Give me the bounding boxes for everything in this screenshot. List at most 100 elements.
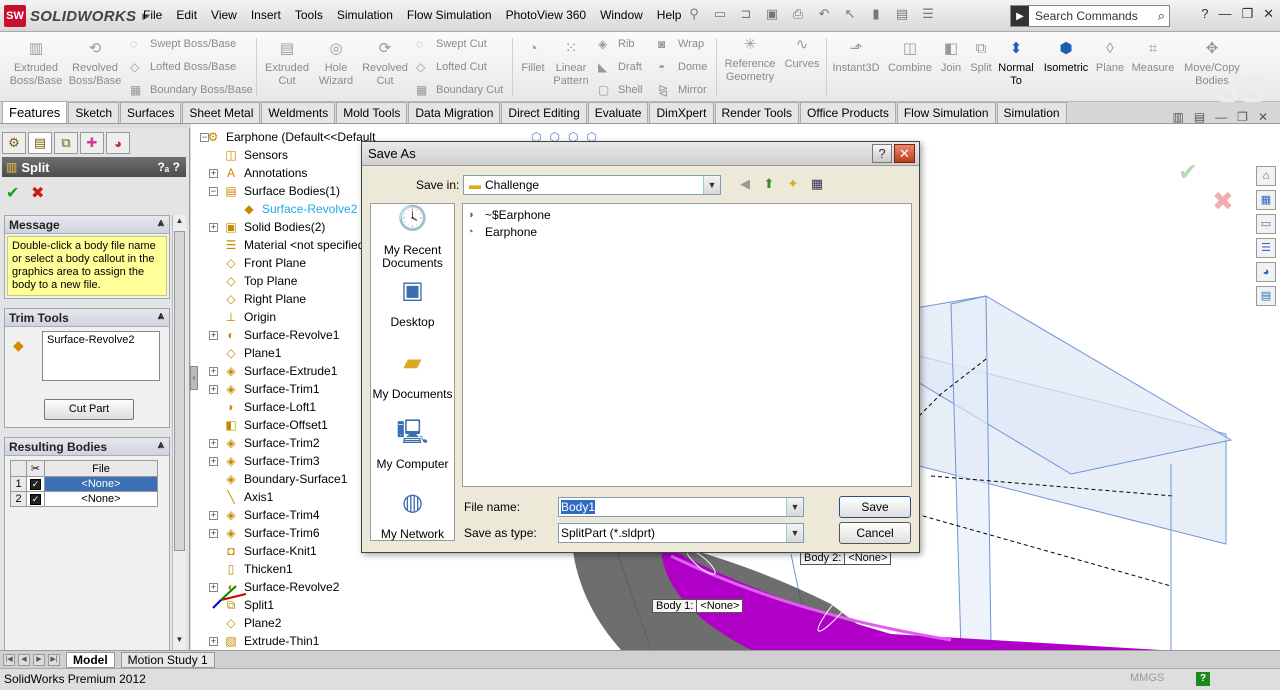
expand-icon[interactable]: + <box>209 331 218 340</box>
help-icon[interactable]: ?ₐ ? <box>157 160 180 174</box>
tab-dimxpert[interactable]: DimXpert <box>649 102 714 123</box>
tree-item[interactable]: + ◐ Surface-Revolve2 <box>209 578 339 596</box>
quick-tips-icon[interactable]: ? <box>1196 672 1210 686</box>
message-header[interactable]: Message ⩓ <box>5 216 169 234</box>
tab-flow-simulation[interactable]: Flow Simulation <box>896 102 996 123</box>
select-icon[interactable]: ↖ <box>842 6 858 24</box>
new-icon[interactable]: ▭ <box>712 6 728 24</box>
mirror-button[interactable]: ⧎ Mirror <box>658 83 707 97</box>
trim-tools-list[interactable]: Surface-Revolve2 <box>42 331 160 381</box>
cascade-icon[interactable]: ▤ <box>1194 110 1205 124</box>
confirm-cancel-icon[interactable]: ✖ <box>1212 186 1234 217</box>
last-tab-icon[interactable]: ▶| <box>48 653 60 666</box>
tile-icon[interactable]: ▥ <box>1172 110 1183 124</box>
options-icon[interactable]: ☰ <box>920 6 936 24</box>
search-commands[interactable]: ▶ Search Commands ⌕ <box>1010 5 1170 27</box>
tab-motion-study[interactable]: Motion Study 1 <box>120 651 215 668</box>
dialog-help-button[interactable]: ? <box>872 144 892 163</box>
tree-item[interactable]: ◈ Boundary-Surface1 <box>223 470 347 488</box>
rebuild-icon[interactable]: ▮ <box>868 6 884 24</box>
join-button[interactable]: ◧ Join <box>936 41 966 75</box>
tree-item[interactable]: ▯ Thicken1 <box>223 560 293 578</box>
normal-to-button[interactable]: ⬍ Normal To <box>996 41 1036 88</box>
save-in-select[interactable]: ▬ Challenge ▼ <box>463 175 721 195</box>
doc-restore-icon[interactable]: ❐ <box>1237 110 1248 124</box>
open-icon[interactable]: ⊐ <box>738 6 754 24</box>
lofted-boss-button[interactable]: ◇ Lofted Boss/Base <box>130 60 236 74</box>
table-row[interactable]: 2 ✓ <None> <box>10 491 158 507</box>
expand-icon[interactable]: + <box>209 637 218 646</box>
tab-data-migration[interactable]: Data Migration <box>408 102 501 123</box>
dome-button[interactable]: ◓ Dome <box>658 60 707 74</box>
tab-office-products[interactable]: Office Products <box>800 102 896 123</box>
dimxpert-manager-tab-icon[interactable]: ✚ <box>80 132 104 154</box>
panel-splitter[interactable]: ‹ <box>190 366 198 390</box>
tab-surfaces[interactable]: Surfaces <box>120 102 182 123</box>
place-my-documents[interactable]: ▰ My Documents <box>371 351 454 401</box>
chevron-down-icon[interactable]: ▼ <box>703 176 720 194</box>
tree-item[interactable]: ☰ Material <not specified> <box>223 236 372 254</box>
fillet-button[interactable]: ◔ Fillet <box>516 41 550 75</box>
curves-button[interactable]: ∿ Curves <box>782 37 822 71</box>
search-input[interactable]: Search Commands <box>1029 9 1158 23</box>
menu-window[interactable]: Window <box>593 8 650 22</box>
instant3d-button[interactable]: ⬏ Instant3D <box>830 41 882 75</box>
home-icon[interactable]: ⌂ <box>1256 166 1276 186</box>
scroll-down-icon[interactable]: ▼ <box>174 635 185 649</box>
menu-file[interactable]: File <box>136 8 169 22</box>
revolved-boss-button[interactable]: ⟲ Revolved Boss/Base <box>66 41 124 88</box>
tree-item[interactable]: ◫ Sensors <box>223 146 288 164</box>
doc-close-icon[interactable]: ✕ <box>1258 110 1268 124</box>
hole-wizard-button[interactable]: ◎ Hole Wizard <box>314 41 358 88</box>
collapse-icon[interactable]: − <box>200 133 209 142</box>
save-button[interactable]: Save <box>839 496 911 518</box>
expand-icon[interactable]: + <box>209 385 218 394</box>
table-row[interactable]: 1 ✓ <None> <box>10 476 158 492</box>
measure-button[interactable]: ⌗ Measure <box>1128 41 1178 75</box>
boundary-boss-button[interactable]: ▦ Boundary Boss/Base <box>130 83 253 97</box>
tree-item[interactable]: ╲ Axis1 <box>223 488 273 506</box>
tree-item[interactable]: + ◈ Surface-Trim3 <box>209 452 320 470</box>
file-properties-icon[interactable]: ▤ <box>894 6 910 24</box>
tree-item[interactable]: ◇ Plane2 <box>223 614 281 632</box>
folder-icon[interactable]: ▭ <box>1256 214 1276 234</box>
minimize-icon[interactable]: — <box>1218 6 1231 22</box>
expand-icon[interactable]: + <box>209 457 218 466</box>
place-my-network[interactable]: ◍ My Network <box>371 491 454 541</box>
tree-item[interactable]: ◘ Surface-Knit1 <box>223 542 316 560</box>
trim-tools-header[interactable]: Trim Tools ⩓ <box>5 309 169 327</box>
custom-properties-icon[interactable]: ▤ <box>1256 286 1276 306</box>
feature-manager-tab-icon[interactable]: ⚙ <box>2 132 26 154</box>
solidworks-logo[interactable]: SW SOLIDWORKS ▶ <box>4 4 149 28</box>
tree-item[interactable]: ◇ Front Plane <box>223 254 306 272</box>
tree-item[interactable]: ◗ Surface-Loft1 <box>223 398 316 416</box>
dialog-close-button[interactable]: ✕ <box>894 144 915 163</box>
row-checkbox[interactable]: ✓ <box>26 491 45 507</box>
menu-view[interactable]: View <box>204 8 244 22</box>
place-recent-documents[interactable]: 🕓 My Recent Documents <box>371 207 454 270</box>
tree-item[interactable]: ◇ Plane1 <box>223 344 281 362</box>
tree-item[interactable]: + ◈ Surface-Trim6 <box>209 524 320 542</box>
linear-pattern-button[interactable]: ⁙ Linear Pattern <box>550 41 592 88</box>
split-button[interactable]: ⧉ Split <box>966 41 996 75</box>
units-indicator[interactable]: MMGS <box>1130 672 1164 684</box>
boundary-cut-button[interactable]: ▦ Boundary Cut <box>416 83 503 97</box>
place-desktop[interactable]: ▣ Desktop <box>371 279 454 329</box>
menu-photoview[interactable]: PhotoView 360 <box>499 8 594 22</box>
configuration-manager-tab-icon[interactable]: ⧉ <box>54 132 78 154</box>
tree-item[interactable]: + ▧ Extrude-Thin1 <box>209 632 319 650</box>
row-checkbox[interactable]: ✓ <box>26 476 45 492</box>
tree-item[interactable]: ◧ Surface-Offset1 <box>223 416 328 434</box>
help-icon[interactable]: ? <box>1201 6 1208 22</box>
body-2-callout[interactable]: Body 2: <None> <box>800 551 892 565</box>
tree-item[interactable]: + ◈ Surface-Trim2 <box>209 434 320 452</box>
explorer-icon[interactable]: ☰ <box>1256 238 1276 258</box>
tab-direct-editing[interactable]: Direct Editing <box>501 102 587 123</box>
back-icon[interactable]: ◀ <box>736 176 754 192</box>
tab-sketch[interactable]: Sketch <box>68 102 119 123</box>
menu-help[interactable]: Help <box>650 8 689 22</box>
draft-button[interactable]: ◣ Draft <box>598 60 642 74</box>
tree-item[interactable]: + ▣ Solid Bodies(2) <box>209 218 325 236</box>
next-tab-icon[interactable]: ▶ <box>33 653 45 666</box>
tree-item[interactable]: ⊥ Origin <box>223 308 276 326</box>
